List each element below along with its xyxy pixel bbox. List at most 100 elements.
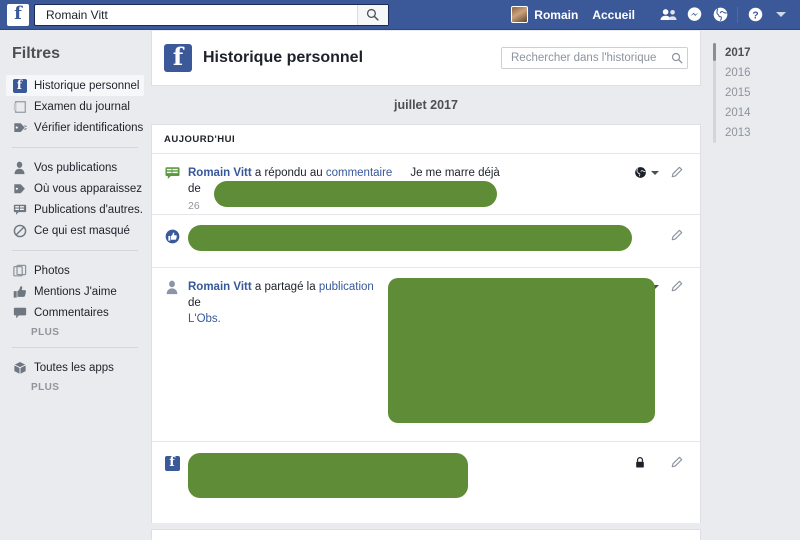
sidebar-item-publications-dautres[interactable]: Publications d'autres... [6, 199, 144, 220]
action-link[interactable]: publication [319, 281, 374, 293]
sidebar-item-ce-qui-est-masque[interactable]: Ce qui est masqué [6, 220, 144, 241]
sidebar-title: Filtres [12, 45, 61, 62]
like-blue-circle-icon [164, 229, 180, 245]
activity-card-yesterday: HIER [151, 529, 701, 540]
tag-check-icon [12, 120, 27, 135]
facebook-logo-letter: f [14, 3, 22, 24]
action-link[interactable]: commentaire [326, 167, 392, 179]
comment-green-icon [164, 166, 180, 182]
sidebar-item-label: Examen du journal [34, 100, 130, 113]
review-frame-icon [12, 99, 27, 114]
home-link[interactable]: Accueil [584, 8, 643, 22]
friend-requests-icon[interactable] [655, 4, 681, 26]
svg-text:?: ? [752, 10, 758, 21]
privacy-indicator-private[interactable] [634, 456, 662, 469]
sidebar-item-label: Publications d'autres... [34, 203, 144, 216]
pencil-icon [671, 229, 682, 241]
year-item-2016[interactable]: 2016 [713, 63, 800, 83]
global-search-box[interactable] [34, 3, 389, 26]
activity-entry[interactable]: Romain Vitt a répondu au commentaire Je m… [152, 154, 700, 215]
activity-entry[interactable]: Romain Vitt a partagé la publication de … [152, 268, 700, 442]
activity-entry-controls [634, 455, 690, 497]
sidebar-item-ou-vous-apparaissez[interactable]: Où vous apparaissez [6, 178, 144, 199]
year-navigation: 2017 2016 2015 2014 2013 [701, 31, 800, 540]
redaction-block [214, 181, 497, 207]
photos-icon [12, 263, 27, 278]
magnifier-icon [367, 8, 379, 21]
pencil-icon [671, 280, 682, 292]
account-menu-caret-icon[interactable] [768, 4, 794, 26]
profile-link[interactable]: Romain [505, 3, 584, 27]
year-list: 2017 2016 2015 2014 2013 [701, 31, 800, 143]
edit-button[interactable] [662, 456, 690, 469]
help-icon[interactable]: ? [742, 4, 768, 26]
sidebar-group-3: Photos Mentions J'aime Commentaires PLUS [0, 260, 150, 338]
activity-entry-body: Romain Vitt a partagé la publication de … [188, 278, 655, 429]
year-scroll-thumb[interactable] [713, 43, 716, 61]
activity-entry-controls [634, 165, 690, 203]
activity-card-today: AUJOURD'HUI Romain Vitt a répondu au com… [151, 124, 701, 523]
public-globe-icon [635, 167, 646, 178]
entry-trailing-text: Je me marre déjà [410, 167, 500, 179]
chevron-down-icon [651, 170, 659, 175]
top-navigation-bar: f Romain Accueil [0, 0, 800, 30]
history-search-box[interactable] [501, 47, 688, 69]
sidebar-item-label: Mentions J'aime [34, 285, 117, 298]
facebook-logo-icon[interactable]: f [7, 3, 29, 26]
sidebar-item-mentions-jaime[interactable]: Mentions J'aime [6, 281, 144, 302]
sidebar-item-commentaires[interactable]: Commentaires [6, 302, 144, 323]
notifications-globe-icon[interactable] [707, 4, 733, 26]
sidebar-more-group-4[interactable]: PLUS [31, 382, 150, 393]
activity-entry[interactable] [152, 215, 700, 268]
sidebar-more-group-3[interactable]: PLUS [31, 327, 150, 338]
edit-button[interactable] [662, 166, 690, 179]
sidebar-item-historique-personnel[interactable]: f Historique personnel [6, 75, 144, 96]
facebook-square-icon: f [164, 44, 192, 72]
sidebar-group-2: Vos publications Où vous apparaissez Pub… [0, 157, 150, 241]
comment-icon [12, 305, 27, 320]
sidebar-divider [12, 147, 138, 148]
edit-button[interactable] [662, 229, 690, 242]
profile-name: Romain [534, 7, 579, 22]
main-content: f Historique personnel juillet 2017 AUJO… [151, 31, 701, 540]
person-icon [164, 280, 180, 296]
sidebar-item-verifier-identifications[interactable]: Vérifier identifications [6, 117, 144, 138]
sidebar-item-photos[interactable]: Photos [6, 260, 144, 281]
year-item-2017[interactable]: 2017 [713, 43, 800, 63]
global-search-input[interactable] [44, 6, 357, 23]
activity-entry-text: Romain Vitt a partagé la publication de [188, 279, 384, 311]
activity-entry-text: Romain Vitt a répondu au commentaire Je m… [188, 165, 624, 181]
pencil-icon [671, 166, 682, 178]
lock-icon [636, 457, 644, 468]
year-item-2014[interactable]: 2014 [713, 103, 800, 123]
history-search-input[interactable] [509, 51, 667, 65]
sidebar-item-label: Vérifier identifications [34, 121, 144, 134]
history-search-button[interactable] [667, 52, 687, 64]
hidden-circle-slash-icon [12, 223, 27, 238]
facebook-square-icon: f [164, 456, 180, 472]
sidebar-item-label: Ce qui est masqué [34, 224, 130, 237]
sidebar-item-label: Historique personnel [34, 79, 140, 92]
page-title: Historique personnel [203, 49, 364, 66]
privacy-selector[interactable] [634, 166, 662, 179]
actor-name[interactable]: Romain Vitt [188, 167, 252, 179]
sidebar-item-examen-du-journal[interactable]: Examen du journal [6, 96, 144, 117]
section-label-today: AUJOURD'HUI [152, 125, 700, 154]
top-divider [737, 6, 738, 23]
action-text: a répondu au [251, 167, 326, 179]
edit-button[interactable] [662, 280, 690, 293]
sidebar-item-toutes-les-apps[interactable]: Toutes les apps [6, 357, 144, 378]
sidebar-item-label: Commentaires [34, 306, 109, 319]
activity-entry[interactable]: f [152, 442, 700, 523]
global-search-button[interactable] [356, 4, 388, 25]
year-item-2015[interactable]: 2015 [713, 83, 800, 103]
action-text: a partagé la [251, 281, 319, 293]
pencil-icon [671, 456, 682, 468]
sidebar-item-vos-publications[interactable]: Vos publications [6, 157, 144, 178]
sidebar-item-label: Vos publications [34, 161, 118, 174]
year-item-2013[interactable]: 2013 [713, 123, 800, 143]
actor-name[interactable]: Romain Vitt [188, 281, 252, 293]
entry-trailing-text: de [188, 297, 201, 309]
top-right-nav: Romain Accueil ? [505, 0, 800, 30]
messenger-icon[interactable] [681, 4, 707, 26]
